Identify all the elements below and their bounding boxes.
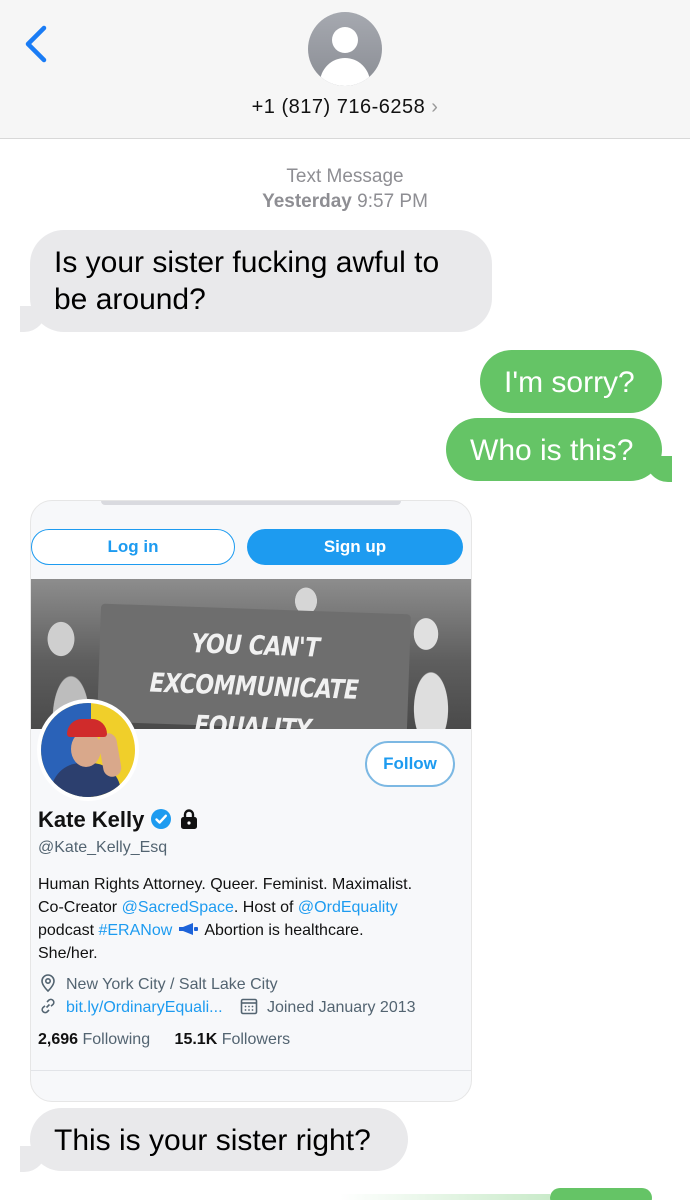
profile-website-joined: bit.ly/OrdinaryEquali... Joined January …	[38, 996, 416, 1023]
message-text: This is your sister right?	[54, 1124, 371, 1157]
twitter-profile-preview[interactable]: Log in Sign up YOU CAN'T EXCOMMUNICATE E…	[30, 500, 472, 1102]
timestamp-time: 9:57 PM	[357, 191, 428, 212]
card-top-divider	[101, 501, 401, 505]
mention-link[interactable]: @OrdEquality	[298, 899, 398, 916]
chevron-right-icon: ›	[431, 96, 439, 118]
conversation-header: +1 (817) 716-6258 ›	[0, 0, 690, 139]
chevron-left-icon	[25, 25, 47, 63]
sent-message-bubble[interactable]: Who is this?	[446, 418, 662, 481]
message-text: Who is this?	[470, 434, 634, 467]
profile-handle: @Kate_Kelly_Esq	[38, 839, 168, 856]
person-icon	[332, 27, 358, 53]
login-button[interactable]: Log in	[31, 529, 235, 565]
profile-avatar[interactable]	[37, 699, 139, 801]
sent-message-bubble[interactable]: I'm sorry?	[480, 350, 662, 413]
mention-link[interactable]: @SacredSpace	[122, 899, 234, 916]
contact-avatar[interactable]	[308, 12, 382, 86]
profile-bio: Human Rights Attorney. Queer. Feminist. …	[38, 876, 413, 962]
signup-button[interactable]: Sign up	[247, 529, 463, 565]
scroll-fade	[340, 1194, 550, 1200]
timestamp-day: Yesterday	[262, 191, 352, 212]
hashtag-link[interactable]: #ERANow	[98, 922, 172, 939]
message-text: I'm sorry?	[504, 366, 635, 399]
sent-message-bubble-partial[interactable]	[550, 1188, 652, 1200]
back-button[interactable]	[18, 22, 54, 66]
service-label: Text Message	[286, 166, 404, 187]
message-text: Is your sister fucking awful to	[54, 246, 440, 279]
message-timestamp: Text Message Yesterday 9:57 PM	[0, 164, 690, 214]
profile-name: Kate Kelly	[38, 807, 200, 836]
received-message-bubble[interactable]: Is your sister fucking awful to be aroun…	[30, 230, 492, 332]
megaphone-icon	[177, 922, 201, 939]
received-message-bubble[interactable]: This is your sister right?	[30, 1108, 408, 1171]
contact-number: +1 (817) 716-6258	[251, 96, 426, 118]
link-icon	[38, 996, 58, 1023]
banner-sign-text: YOU CAN'T EXCOMMUNICATE EQUALITY	[149, 629, 359, 729]
profile-stats: 2,696 Following 15.1K Followers	[38, 1031, 290, 1049]
card-bottom-divider	[31, 1070, 471, 1071]
followers-stat[interactable]: 15.1K Followers	[175, 1031, 291, 1048]
calendar-icon	[239, 996, 259, 1023]
following-stat[interactable]: 2,696 Following	[38, 1031, 150, 1048]
lock-icon	[178, 808, 200, 836]
website-link[interactable]: bit.ly/OrdinaryEquali...	[66, 999, 223, 1016]
follow-button[interactable]: Follow	[365, 741, 455, 787]
contact-info-button[interactable]: +1 (817) 716-6258 ›	[0, 96, 690, 119]
message-text: be around?	[54, 283, 206, 316]
verified-badge-icon	[150, 808, 172, 836]
